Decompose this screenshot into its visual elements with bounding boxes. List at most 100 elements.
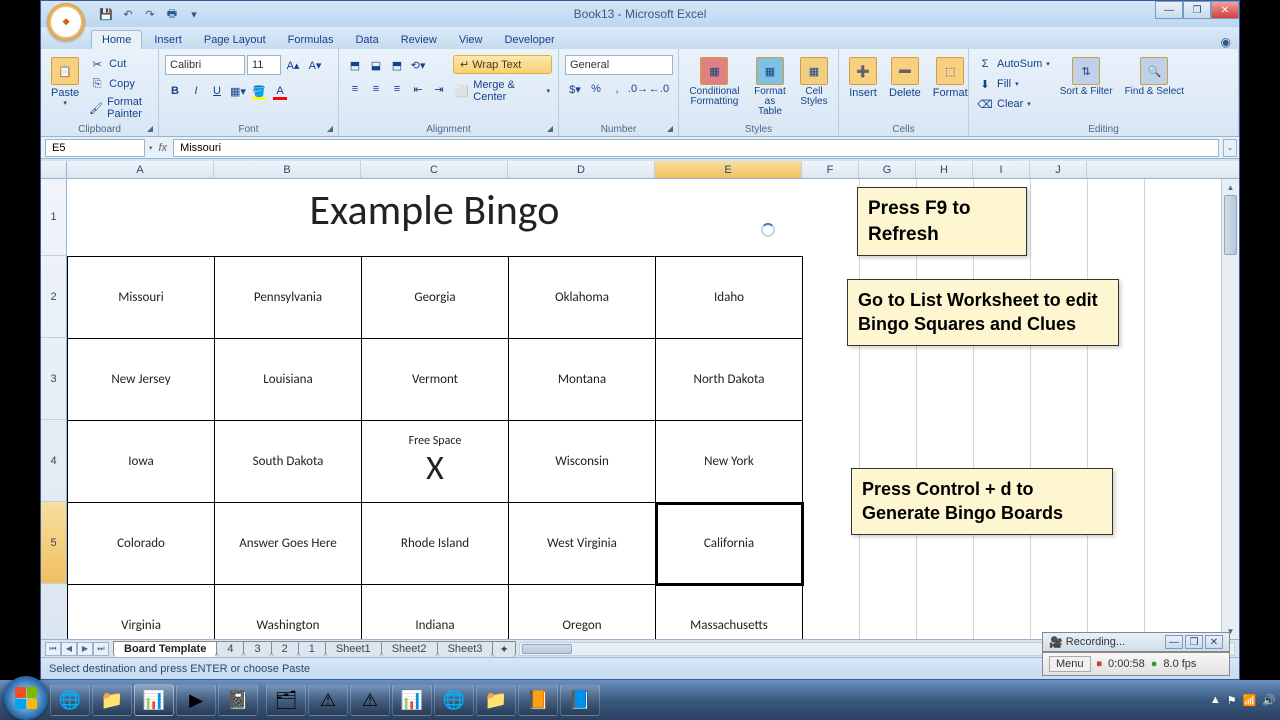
taskbar-explorer-icon[interactable]: 📁: [92, 684, 132, 716]
tray-up-icon[interactable]: ▲: [1210, 694, 1221, 706]
rec-min-icon[interactable]: —: [1165, 635, 1183, 649]
comma-icon[interactable]: ,: [607, 79, 627, 99]
sheet-tab-sheet1[interactable]: Sheet1: [325, 641, 382, 656]
tab-formulas[interactable]: Formulas: [278, 31, 344, 49]
bingo-cell[interactable]: Indiana: [362, 585, 509, 640]
rec-stop-icon[interactable]: ⏹: [1097, 658, 1103, 671]
start-button[interactable]: [4, 676, 48, 720]
delete-cells-button[interactable]: ➖Delete: [885, 55, 925, 101]
font-name-combo[interactable]: Calibri: [165, 55, 245, 75]
sheet-tab-sheet3[interactable]: Sheet3: [437, 641, 494, 656]
tab-page-layout[interactable]: Page Layout: [194, 31, 276, 49]
bingo-cell[interactable]: West Virginia: [509, 503, 656, 585]
orientation-icon[interactable]: ⟲▾: [408, 55, 428, 75]
note-list-worksheet[interactable]: Go to List Worksheet to edit Bingo Squar…: [847, 279, 1119, 346]
font-color-icon[interactable]: A: [270, 81, 290, 101]
taskbar-app4-icon[interactable]: 📊: [392, 684, 432, 716]
rec-close-icon[interactable]: ✕: [1205, 635, 1223, 649]
col-header-d[interactable]: D: [508, 161, 655, 178]
qat-more-icon[interactable]: ▾: [185, 5, 203, 23]
formula-bar[interactable]: Missouri: [173, 139, 1219, 157]
redo-icon[interactable]: ↷: [141, 5, 159, 23]
formula-expand-icon[interactable]: ⌄: [1223, 139, 1237, 157]
tray-network-icon[interactable]: 📶: [1243, 694, 1257, 707]
help-icon[interactable]: ◉: [1221, 35, 1231, 49]
row-header-5[interactable]: 5: [41, 502, 67, 584]
col-header-a[interactable]: A: [67, 161, 214, 178]
align-middle-icon[interactable]: ⬓: [366, 55, 386, 75]
underline-icon[interactable]: U: [207, 81, 227, 101]
bingo-cell[interactable]: Free SpaceX: [362, 421, 509, 503]
maximize-button[interactable]: ❐: [1183, 1, 1211, 19]
decrease-decimal-icon[interactable]: ←.0: [649, 79, 669, 99]
select-all-corner[interactable]: [41, 161, 67, 178]
name-box[interactable]: E5: [45, 139, 145, 157]
tab-data[interactable]: Data: [345, 31, 388, 49]
wrap-text-button[interactable]: ↵Wrap Text: [453, 55, 552, 74]
tab-nav-first-icon[interactable]: ⏮: [45, 642, 61, 656]
bingo-cell[interactable]: California: [656, 503, 803, 585]
sheet-tab-1[interactable]: 1: [298, 641, 326, 656]
sort-filter-button[interactable]: ⇅Sort & Filter: [1056, 55, 1117, 99]
bingo-cell[interactable]: New York: [656, 421, 803, 503]
col-header-e[interactable]: E: [655, 161, 802, 178]
format-as-table-button[interactable]: ▦Format as Table: [748, 55, 792, 119]
taskbar-app3-icon[interactable]: ⚠: [350, 684, 390, 716]
rec-menu-button[interactable]: Menu: [1049, 656, 1091, 672]
align-bottom-icon[interactable]: ⬒: [387, 55, 407, 75]
bingo-cell[interactable]: Wisconsin: [509, 421, 656, 503]
bingo-cell[interactable]: Oregon: [509, 585, 656, 640]
bingo-cell[interactable]: Massachusetts: [656, 585, 803, 640]
bingo-cell[interactable]: Missouri: [68, 257, 215, 339]
align-right-icon[interactable]: ≡: [387, 79, 407, 99]
system-tray[interactable]: ▲ ⚑ 📶 🔊: [1210, 694, 1276, 707]
taskbar-media-icon[interactable]: ▶: [176, 684, 216, 716]
insert-cells-button[interactable]: ➕Insert: [845, 55, 881, 101]
number-format-combo[interactable]: General: [565, 55, 673, 75]
tray-volume-icon[interactable]: 🔊: [1262, 694, 1276, 707]
bingo-cell[interactable]: Answer Goes Here: [215, 503, 362, 585]
taskbar-onenote-icon[interactable]: 📓: [218, 684, 258, 716]
conditional-formatting-button[interactable]: ▦Conditional Formatting: [685, 55, 744, 109]
grow-font-icon[interactable]: A▴: [283, 55, 303, 75]
save-icon[interactable]: 💾: [97, 5, 115, 23]
row-header-3[interactable]: 3: [41, 338, 67, 420]
bingo-grid[interactable]: MissouriPennsylvaniaGeorgiaOklahomaIdaho…: [67, 256, 803, 639]
increase-decimal-icon[interactable]: .0→: [628, 79, 648, 99]
bingo-cell[interactable]: North Dakota: [656, 339, 803, 421]
fill-color-icon[interactable]: 🪣: [249, 81, 269, 101]
alignment-launcher-icon[interactable]: ◢: [544, 122, 556, 134]
sheet-tab-4[interactable]: 4: [216, 641, 244, 656]
tab-insert[interactable]: Insert: [144, 31, 192, 49]
taskbar-app6-icon[interactable]: 📁: [476, 684, 516, 716]
bingo-cell[interactable]: Pennsylvania: [215, 257, 362, 339]
note-generate[interactable]: Press Control + d to Generate Bingo Boar…: [851, 468, 1113, 535]
tab-developer[interactable]: Developer: [494, 31, 564, 49]
bingo-cell[interactable]: Iowa: [68, 421, 215, 503]
col-header-g[interactable]: G: [859, 161, 916, 178]
print-icon[interactable]: 🖶: [163, 5, 181, 23]
col-header-f[interactable]: F: [802, 161, 859, 178]
autosum-button[interactable]: ΣAutoSum▾: [975, 55, 1052, 73]
new-sheet-icon[interactable]: ✦: [492, 641, 515, 657]
increase-indent-icon[interactable]: ⇥: [429, 79, 449, 99]
col-header-j[interactable]: J: [1030, 161, 1087, 178]
row-header-2[interactable]: 2: [41, 256, 67, 338]
taskbar-app2-icon[interactable]: ⚠: [308, 684, 348, 716]
currency-icon[interactable]: $▾: [565, 79, 585, 99]
bingo-cell[interactable]: Oklahoma: [509, 257, 656, 339]
bingo-cell[interactable]: Georgia: [362, 257, 509, 339]
shrink-font-icon[interactable]: A▾: [305, 55, 325, 75]
hscroll-thumb[interactable]: [522, 644, 572, 654]
tray-flag-icon[interactable]: ⚑: [1227, 694, 1237, 707]
bold-icon[interactable]: B: [165, 81, 185, 101]
bingo-cell[interactable]: Rhode Island: [362, 503, 509, 585]
copy-button[interactable]: ⎘Copy: [87, 75, 152, 93]
bingo-cell[interactable]: Montana: [509, 339, 656, 421]
find-select-button[interactable]: 🔍Find & Select: [1121, 55, 1188, 99]
merge-center-button[interactable]: ⬜Merge & Center▾: [453, 78, 552, 104]
align-center-icon[interactable]: ≡: [366, 79, 386, 99]
align-left-icon[interactable]: ≡: [345, 79, 365, 99]
bingo-cell[interactable]: Virginia: [68, 585, 215, 640]
bingo-cell[interactable]: Louisiana: [215, 339, 362, 421]
